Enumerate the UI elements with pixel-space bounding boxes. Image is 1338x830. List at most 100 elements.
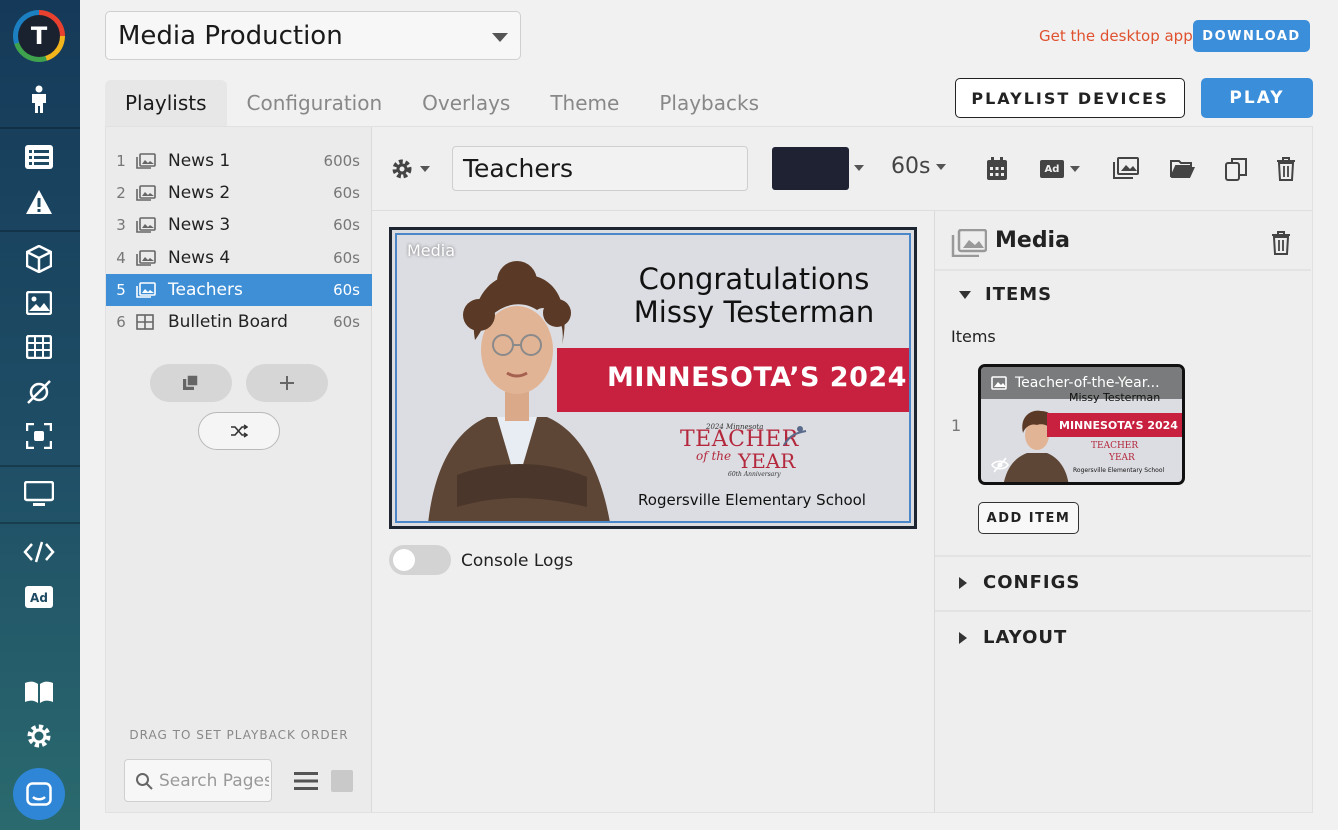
playlist-row[interactable]: 6 Bulletin Board 60s bbox=[106, 306, 372, 338]
playlist-row-selected[interactable]: 5 Teachers 60s bbox=[106, 274, 372, 306]
row-name: News 2 bbox=[168, 183, 231, 203]
open-folder-button[interactable] bbox=[1170, 159, 1196, 179]
items-label: Items bbox=[951, 327, 996, 346]
code-icon[interactable] bbox=[20, 536, 58, 568]
list-icon[interactable] bbox=[20, 141, 58, 173]
delete-page-button[interactable] bbox=[1276, 157, 1296, 181]
teacher-of-the-year-logo: 2024 Minnesota TEACHER of the YEAR 60th … bbox=[680, 423, 810, 483]
grid-page-icon bbox=[136, 314, 164, 330]
item-index: 1 bbox=[951, 416, 962, 435]
background-color-swatch[interactable] bbox=[772, 147, 849, 190]
schedule-button[interactable] bbox=[986, 157, 1008, 181]
sidebar: T Ad bbox=[0, 0, 80, 830]
grid-icon[interactable] bbox=[20, 331, 58, 363]
row-duration: 60s bbox=[333, 216, 360, 234]
tab-configuration[interactable]: Configuration bbox=[227, 80, 403, 126]
project-select[interactable]: Media Production bbox=[105, 11, 521, 60]
row-number: 6 bbox=[116, 313, 126, 331]
delete-zone-button[interactable] bbox=[1271, 231, 1291, 259]
duration-value: 60s bbox=[891, 154, 931, 179]
playlist-row[interactable]: 4 News 4 60s bbox=[106, 242, 372, 274]
layout-section-toggle[interactable]: LAYOUT bbox=[959, 627, 1067, 648]
console-logs-label: Console Logs bbox=[461, 551, 574, 571]
tab-playbacks[interactable]: Playbacks bbox=[639, 80, 779, 126]
scan-icon[interactable] bbox=[20, 420, 58, 452]
book-icon[interactable] bbox=[20, 676, 58, 708]
page-name-input[interactable]: Teachers bbox=[452, 146, 748, 191]
duration-dropdown[interactable]: 60s bbox=[891, 154, 947, 179]
congrats-heading: Congratulations Missy Testerman bbox=[629, 263, 879, 329]
sidebar-divider bbox=[0, 127, 80, 129]
figure-icon bbox=[783, 426, 807, 446]
image-icon[interactable] bbox=[20, 287, 58, 319]
section-divider bbox=[935, 555, 1311, 557]
eye-slash-icon[interactable] bbox=[991, 457, 1009, 473]
row-duration: 600s bbox=[323, 152, 360, 170]
add-page-button[interactable] bbox=[246, 364, 328, 402]
media-library-button[interactable] bbox=[1113, 157, 1139, 179]
plus-icon bbox=[280, 376, 294, 390]
copy-button[interactable] bbox=[1225, 157, 1247, 181]
row-number: 1 bbox=[116, 152, 126, 170]
playlist-panel: 1 News 1 600s 2 News 2 60s 3 News 3 60s … bbox=[106, 127, 372, 812]
warning-icon[interactable] bbox=[20, 186, 58, 218]
list-view-icon[interactable] bbox=[294, 771, 318, 795]
search-pages[interactable] bbox=[124, 759, 272, 802]
preview-area: Media Congratulations Missy Testerman MI… bbox=[372, 211, 934, 812]
section-divider bbox=[935, 610, 1311, 612]
gear-icon bbox=[392, 159, 412, 179]
row-number: 2 bbox=[116, 184, 126, 202]
media-page-icon bbox=[136, 250, 164, 266]
add-item-button[interactable]: ADD ITEM bbox=[978, 502, 1079, 534]
folder-open-icon bbox=[1170, 160, 1195, 178]
ad-icon: Ad bbox=[1040, 160, 1064, 178]
copy-icon bbox=[1225, 158, 1247, 181]
tab-overlays[interactable]: Overlays bbox=[402, 80, 530, 126]
grid-view-icon[interactable] bbox=[331, 770, 353, 792]
row-name: Teachers bbox=[168, 280, 243, 300]
page-preview[interactable]: Media Congratulations Missy Testerman MI… bbox=[389, 227, 917, 529]
playlist-row[interactable]: 2 News 2 60s bbox=[106, 177, 372, 209]
play-button[interactable]: PLAY bbox=[1201, 78, 1313, 118]
playlist-row[interactable]: 1 News 1 600s bbox=[106, 145, 372, 177]
state-banner: MINNESOTA’S 2024 bbox=[557, 348, 909, 412]
media-item-thumbnail[interactable]: Teacher-of-the-Year... Missy Testerman M… bbox=[978, 364, 1185, 485]
page-settings-dropdown[interactable] bbox=[390, 157, 430, 181]
playlist-devices-button[interactable]: PLAYLIST DEVICES bbox=[955, 78, 1185, 118]
console-logs-toggle[interactable] bbox=[389, 545, 451, 575]
desktop-app-link[interactable]: Get the desktop app bbox=[1039, 27, 1193, 45]
search-input[interactable] bbox=[159, 770, 269, 791]
color-dropdown[interactable] bbox=[854, 165, 864, 171]
app-logo[interactable]: T bbox=[13, 10, 65, 62]
tab-theme[interactable]: Theme bbox=[530, 80, 639, 126]
toggle-knob bbox=[393, 549, 415, 571]
images-icon bbox=[1113, 157, 1139, 179]
ad-icon[interactable]: Ad bbox=[20, 581, 58, 613]
settings-icon[interactable] bbox=[20, 720, 58, 752]
row-name: News 1 bbox=[168, 151, 231, 171]
media-zone[interactable]: Media Congratulations Missy Testerman MI… bbox=[395, 233, 911, 523]
page-toolbar: Teachers 60s Ad bbox=[372, 127, 1312, 211]
ad-dropdown[interactable]: Ad bbox=[1040, 160, 1080, 178]
sidebar-divider bbox=[0, 465, 80, 467]
items-section-toggle[interactable]: ITEMS bbox=[959, 284, 1052, 305]
editor-frame: 1 News 1 600s 2 News 2 60s 3 News 3 60s … bbox=[105, 126, 1313, 813]
cube-icon[interactable] bbox=[20, 243, 58, 275]
tab-playlists[interactable]: Playlists bbox=[105, 80, 227, 126]
media-page-icon bbox=[136, 153, 164, 169]
media-page-icon bbox=[136, 282, 164, 298]
download-button[interactable]: DOWNLOAD bbox=[1193, 20, 1310, 52]
row-duration: 60s bbox=[333, 281, 360, 299]
playlist-row[interactable]: 3 News 3 60s bbox=[106, 209, 372, 241]
zone-properties-panel: Media ITEMS Items 1 Teacher-of-the-Year.… bbox=[934, 211, 1312, 812]
media-zone-icon bbox=[951, 228, 988, 261]
monitor-icon[interactable] bbox=[20, 478, 58, 510]
person-icon[interactable] bbox=[20, 83, 58, 115]
chevron-down-icon bbox=[492, 33, 508, 42]
project-select-value: Media Production bbox=[118, 21, 343, 51]
configs-section-toggle[interactable]: CONFIGS bbox=[959, 572, 1080, 593]
shuffle-button[interactable] bbox=[198, 412, 280, 450]
chat-button[interactable] bbox=[13, 768, 65, 820]
duplicate-page-button[interactable] bbox=[150, 364, 232, 402]
satellite-icon[interactable] bbox=[20, 376, 58, 408]
